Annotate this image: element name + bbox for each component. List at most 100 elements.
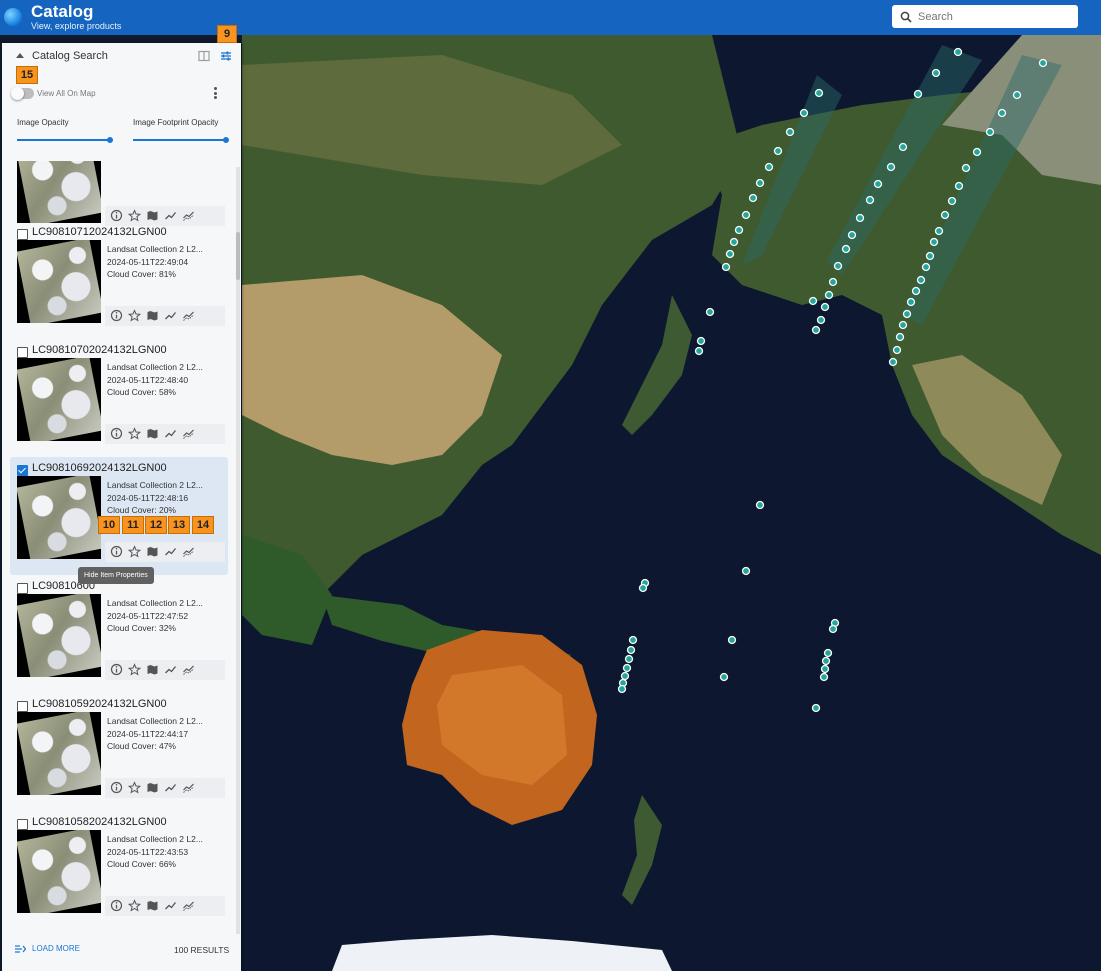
trend-icon[interactable] [164, 427, 177, 440]
map-icon[interactable] [146, 663, 159, 676]
item-collection: Landsat Collection 2 L2... [107, 480, 203, 490]
load-more-label: LOAD MORE [32, 944, 81, 953]
item-collection: Landsat Collection 2 L2... [107, 598, 203, 608]
item-checkbox[interactable] [17, 583, 28, 594]
map-icon[interactable] [146, 899, 159, 912]
search-box[interactable] [892, 5, 1078, 28]
load-more-button[interactable]: LOAD MORE [15, 944, 80, 953]
image-opacity-slider[interactable] [17, 136, 113, 143]
result-item[interactable]: LC90810600 Landsat Collection 2 L2... 2024… [10, 575, 228, 693]
item-id: LC90810702024132LGN00 [32, 344, 167, 356]
collapse-caret-icon[interactable] [16, 53, 24, 58]
item-actions [105, 660, 225, 680]
result-item[interactable]: LC90810582024132LGN00 Landsat Collection … [10, 811, 228, 929]
panel-title: Catalog Search [32, 50, 108, 62]
trend-icon[interactable] [164, 781, 177, 794]
scene-image [17, 240, 101, 323]
trend-icon[interactable] [164, 663, 177, 676]
results-count: 100 RESULTS [174, 945, 230, 955]
info-icon[interactable] [110, 427, 123, 440]
compare-icon[interactable] [182, 545, 195, 558]
item-thumbnail[interactable] [17, 476, 101, 559]
star-icon[interactable] [128, 899, 141, 912]
trend-icon[interactable] [164, 545, 177, 558]
item-thumbnail[interactable] [17, 240, 101, 323]
compare-icon[interactable] [182, 309, 195, 322]
item-cloud: Cloud Cover: 32% [107, 623, 176, 633]
view-all-on-map-label: View All On Map [37, 89, 96, 98]
item-checkbox[interactable] [17, 701, 28, 712]
info-icon[interactable] [110, 781, 123, 794]
map-icon[interactable] [146, 545, 159, 558]
slider-knob[interactable] [223, 136, 229, 143]
item-datetime: 2024-05-11T22:48:40 [107, 375, 189, 385]
layers-toggle-icon[interactable] [198, 50, 210, 62]
app-title: Catalog [31, 2, 94, 21]
item-id: LC90810712024132LGN00 [32, 226, 167, 238]
item-thumbnail[interactable] [17, 594, 101, 677]
star-icon[interactable] [128, 781, 141, 794]
more-options-icon[interactable] [214, 87, 218, 101]
badge-info: 10 [98, 516, 120, 534]
item-datetime: 2024-05-11T22:43:53 [107, 847, 189, 857]
info-icon[interactable] [110, 663, 123, 676]
result-item[interactable]: LC90810592024132LGN00 Landsat Collection … [10, 693, 228, 811]
scene-image [17, 712, 101, 795]
map-icon[interactable] [146, 427, 159, 440]
info-icon[interactable] [110, 545, 123, 558]
map-icon[interactable] [146, 781, 159, 794]
item-thumbnail[interactable] [17, 358, 101, 441]
badge-compare: 14 [192, 516, 214, 534]
badge-trend: 13 [168, 516, 190, 534]
compare-icon[interactable] [182, 899, 195, 912]
footprint-opacity-label: Image Footprint Opacity [133, 118, 219, 127]
item-checkbox[interactable] [17, 229, 28, 240]
star-icon[interactable] [128, 309, 141, 322]
trend-icon[interactable] [164, 309, 177, 322]
scene-image [17, 358, 101, 441]
footprint-opacity-slider[interactable] [133, 136, 229, 143]
filter-settings-icon[interactable] [220, 50, 232, 62]
scene-image [17, 830, 101, 913]
info-icon[interactable] [110, 309, 123, 322]
item-actions [105, 306, 225, 326]
map-icon[interactable] [146, 309, 159, 322]
item-checkbox[interactable] [17, 819, 28, 830]
badge-map: 12 [145, 516, 167, 534]
result-item[interactable]: LC90810712024132LGN00 Landsat Collection … [10, 221, 228, 339]
search-icon [900, 11, 912, 23]
compare-icon[interactable] [182, 663, 195, 676]
image-opacity-label: Image Opacity [17, 118, 69, 127]
item-checkbox[interactable] [17, 347, 28, 358]
item-datetime: 2024-05-11T22:44:17 [107, 729, 189, 739]
view-all-on-map-toggle[interactable] [11, 87, 34, 100]
item-id: LC90810692024132LGN00 [32, 462, 167, 474]
catalog-logo-icon [4, 8, 22, 26]
item-cloud: Cloud Cover: 58% [107, 387, 176, 397]
item-id: LC90810582024132LGN00 [32, 816, 167, 828]
results-list: LC90810712024132LGN00 Landsat Collection … [2, 161, 241, 936]
item-thumbnail[interactable] [17, 830, 101, 913]
search-input[interactable] [916, 9, 1070, 24]
item-actions [105, 896, 225, 916]
star-icon[interactable] [128, 545, 141, 558]
star-icon[interactable] [128, 663, 141, 676]
item-properties-tooltip: Hide Item Properties [78, 567, 154, 584]
result-item[interactable]: LC90810702024132LGN00 Landsat Collection … [10, 339, 228, 457]
item-thumbnail[interactable] [17, 712, 101, 795]
star-icon[interactable] [128, 427, 141, 440]
item-cloud: Cloud Cover: 66% [107, 859, 176, 869]
item-datetime: 2024-05-11T22:49:04 [107, 257, 189, 267]
item-collection: Landsat Collection 2 L2... [107, 834, 203, 844]
info-icon[interactable] [110, 899, 123, 912]
map-view[interactable] [242, 35, 1101, 971]
compare-icon[interactable] [182, 781, 195, 794]
app-header: Catalog View, explore products [0, 0, 1101, 35]
compare-icon[interactable] [182, 427, 195, 440]
slider-knob[interactable] [107, 136, 113, 143]
trend-icon[interactable] [164, 899, 177, 912]
item-thumbnail[interactable] [17, 161, 101, 223]
item-actions [105, 542, 225, 562]
item-checkbox[interactable] [17, 465, 28, 476]
scene-image [17, 161, 101, 223]
